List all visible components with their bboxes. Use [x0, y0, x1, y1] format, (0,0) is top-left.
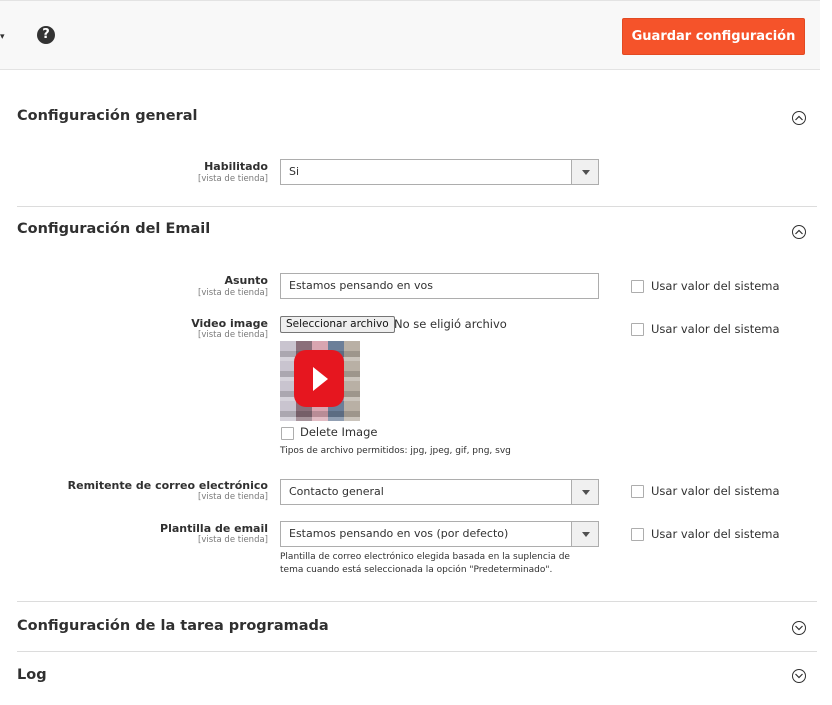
- sender-scope: [vista de tienda]: [198, 492, 268, 502]
- subject-label: Asunto: [224, 274, 268, 287]
- video-image-label: Video image: [191, 317, 268, 330]
- subject-scope: [vista de tienda]: [198, 288, 268, 298]
- template-select[interactable]: Estamos pensando en vos (por defecto): [280, 521, 599, 547]
- template-scope: [vista de tienda]: [198, 535, 268, 545]
- delete-image-label[interactable]: Delete Image: [300, 425, 377, 439]
- store-switcher-caret-icon[interactable]: ▾: [0, 32, 5, 42]
- enabled-select-value: Si: [289, 165, 300, 178]
- section-cron-title[interactable]: Configuración de la tarea programada: [17, 618, 329, 634]
- video-image-scope: [vista de tienda]: [198, 330, 268, 340]
- save-config-button[interactable]: Guardar configuración: [622, 18, 805, 55]
- page-actions-bar: ▾ ? Guardar configuración: [0, 0, 820, 70]
- sender-label: Remitente de correo electrónico: [67, 479, 268, 492]
- expand-chevron-down-icon[interactable]: [792, 669, 806, 683]
- sender-select-value: Contacto general: [289, 485, 384, 498]
- template-use-system-label[interactable]: Usar valor del sistema: [651, 527, 780, 541]
- collapse-chevron-up-icon[interactable]: [792, 225, 806, 239]
- subject-use-system-checkbox[interactable]: [631, 280, 644, 293]
- collapse-chevron-up-icon[interactable]: [792, 111, 806, 125]
- section-general-title[interactable]: Configuración general: [17, 108, 198, 124]
- sender-use-system-checkbox[interactable]: [631, 485, 644, 498]
- subject-input[interactable]: Estamos pensando en vos: [280, 273, 599, 299]
- video-image-thumbnail: [280, 341, 360, 421]
- enabled-label: Habilitado: [204, 160, 268, 173]
- sender-select[interactable]: Contacto general: [280, 479, 599, 505]
- delete-image-checkbox[interactable]: [281, 427, 294, 440]
- play-icon: [294, 350, 344, 407]
- divider: [17, 206, 817, 207]
- choose-file-button[interactable]: Seleccionar archivo: [280, 316, 395, 333]
- section-log-title[interactable]: Log: [17, 667, 47, 683]
- chevron-down-icon: [571, 480, 598, 504]
- chevron-down-icon: [571, 522, 598, 546]
- video-image-use-system-label[interactable]: Usar valor del sistema: [651, 322, 780, 336]
- video-image-use-system-checkbox[interactable]: [631, 323, 644, 336]
- template-note-line2: tema cuando está seleccionada la opción …: [280, 565, 553, 575]
- template-use-system-checkbox[interactable]: [631, 528, 644, 541]
- template-select-value: Estamos pensando en vos (por defecto): [289, 527, 509, 540]
- divider: [17, 601, 817, 602]
- section-email-title[interactable]: Configuración del Email: [17, 221, 210, 237]
- chevron-down-icon: [571, 160, 598, 184]
- subject-use-system-label[interactable]: Usar valor del sistema: [651, 279, 780, 293]
- help-icon[interactable]: ?: [37, 26, 55, 44]
- divider: [17, 651, 817, 652]
- template-note-line1: Plantilla de correo electrónico elegida …: [280, 552, 570, 562]
- sender-use-system-label[interactable]: Usar valor del sistema: [651, 484, 780, 498]
- allowed-file-types-note: Tipos de archivo permitidos: jpg, jpeg, …: [280, 446, 511, 456]
- enabled-scope: [vista de tienda]: [198, 174, 268, 184]
- expand-chevron-down-icon[interactable]: [792, 621, 806, 635]
- file-status-text: No se eligió archivo: [394, 317, 507, 331]
- enabled-select[interactable]: Si: [280, 159, 599, 185]
- template-label: Plantilla de email: [160, 522, 268, 535]
